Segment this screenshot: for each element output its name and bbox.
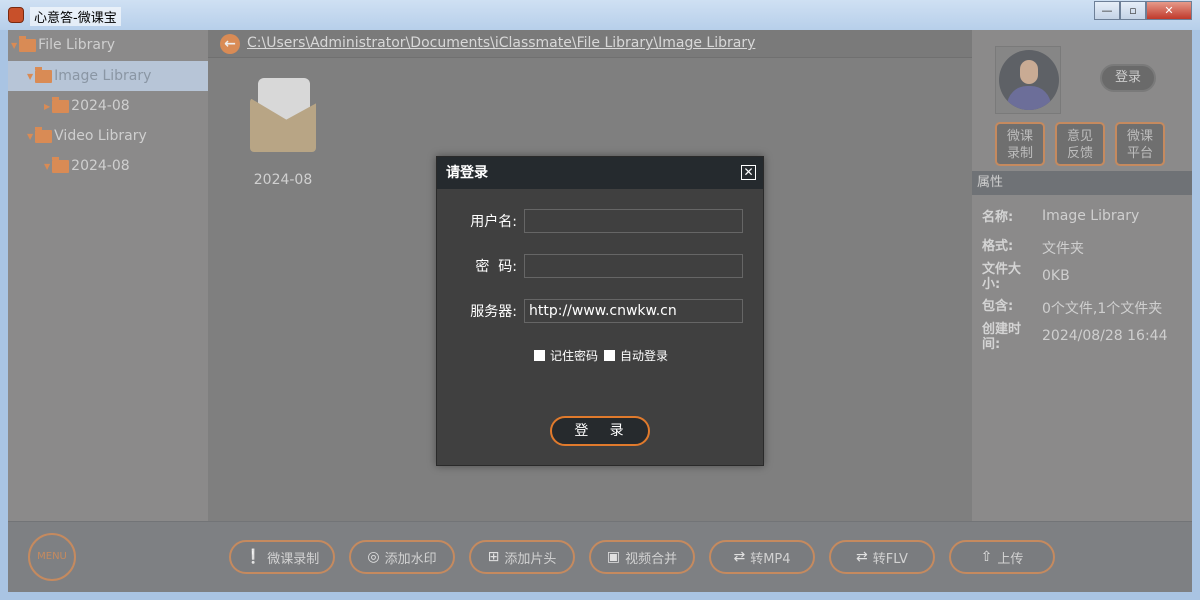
record-button[interactable]: ❕ 微课录制 [229, 540, 335, 574]
right-panel: 登录 微课录制 意见反馈 微课平台 属性 名称: Image Library 格… [972, 30, 1192, 521]
label: 添加水印 [384, 551, 437, 567]
auto-login-checkbox[interactable]: 自动登录 [604, 347, 668, 364]
record-lesson-button[interactable]: 微课 录制 [995, 122, 1045, 166]
bottom-toolbar: MENU ❕ 微课录制 ◎ 添加水印 ⊞ 添加片头 ▣ 视频合并 ⇄ 转MP4 ⇄ 转FLV… [8, 521, 1192, 592]
label: 记住密码 [550, 349, 599, 363]
tree-item-image-library[interactable]: ▼ Image Library [8, 61, 208, 91]
dialog-login-button[interactable]: 登 录 [550, 416, 650, 446]
dialog-header: 请登录 ✕ [437, 157, 763, 189]
watermark-icon: ◎ [367, 549, 380, 565]
prop-value: 0KB [1042, 268, 1070, 284]
label: 转MP4 [750, 551, 791, 567]
platform-button[interactable]: 微课 平台 [1115, 122, 1165, 166]
add-intro-icon: ⊞ [487, 549, 500, 565]
expand-arrow-icon: ▼ [44, 161, 51, 171]
minimize-button[interactable]: — [1094, 1, 1120, 20]
prop-value: 2024/08/28 16:44 [1042, 328, 1168, 344]
label: 微课 [1006, 129, 1033, 144]
checkbox-icon [604, 350, 615, 361]
prop-label: 创建时间: [982, 322, 1022, 352]
tree-label: 2024-08 [71, 158, 130, 174]
maximize-button[interactable]: ▫ [1120, 1, 1146, 20]
feedback-button[interactable]: 意见 反馈 [1055, 122, 1105, 166]
server-label: 服务器: [470, 304, 517, 320]
current-path-link[interactable]: C:\Users\Administrator\Documents\iClassm… [247, 35, 755, 51]
merge-video-button[interactable]: ▣ 视频合并 [589, 540, 695, 574]
expand-arrow-icon: ▼ [27, 71, 34, 81]
collapse-arrow-icon: ▶ [44, 101, 51, 111]
tree-item-video-library[interactable]: ▼ Video Library [8, 121, 208, 151]
remember-password-checkbox[interactable]: 记住密码 [534, 347, 598, 364]
label: 上传 [997, 551, 1024, 567]
label: 视频合并 [625, 551, 678, 567]
expand-arrow-icon: ▼ [27, 131, 34, 141]
folder-icon [19, 35, 37, 52]
login-dialog: 请登录 ✕ 用户名: 密 码: 服务器: http://www.cnwkw.cn… [436, 156, 764, 466]
upload-button[interactable]: ⇧ 上传 [949, 540, 1055, 574]
avatar [995, 46, 1061, 114]
prop-label: 名称: [982, 210, 1014, 225]
dialog-close-icon[interactable]: ✕ [741, 165, 756, 180]
label: 微课 [1126, 129, 1153, 144]
server-input[interactable]: http://www.cnwkw.cn [524, 299, 743, 323]
label: 添加片头 [504, 551, 557, 567]
close-button[interactable]: ✕ [1146, 1, 1192, 20]
prop-label: 文件大小: [982, 262, 1022, 292]
convert-flv-icon: ⇄ [856, 549, 868, 565]
folder-tree: ▼ File Library ▼ Image Library ▶ 2024-08 ▼ V… [8, 30, 208, 521]
title-bar: 心意答-微课宝 — ▫ ✕ [0, 0, 1200, 30]
prop-label: 格式: [982, 239, 1014, 254]
add-intro-button[interactable]: ⊞ 添加片头 [469, 540, 575, 574]
merge-icon: ▣ [606, 549, 621, 565]
convert-mp4-icon: ⇄ [733, 549, 746, 565]
username-input[interactable] [524, 209, 743, 233]
label: 反馈 [1066, 146, 1093, 161]
tree-item-video-2024-08[interactable]: ▼ 2024-08 [8, 151, 208, 181]
folder-icon [52, 156, 70, 173]
username-label: 用户名: [470, 214, 517, 230]
path-bar: ← C:\Users\Administrator\Documents\iClas… [208, 30, 972, 58]
folder-icon [35, 126, 53, 143]
file-name: 2024-08 [253, 172, 313, 188]
label: 微课录制 [267, 551, 320, 567]
checkbox-icon [534, 350, 545, 361]
folder-icon [35, 66, 53, 83]
password-input[interactable] [524, 254, 743, 278]
convert-flv-button[interactable]: ⇄ 转FLV [829, 540, 935, 574]
login-button[interactable]: 登录 [1100, 64, 1156, 92]
dialog-title: 请登录 [446, 165, 488, 181]
add-watermark-button[interactable]: ◎ 添加水印 [349, 540, 455, 574]
upload-icon: ⇧ [980, 549, 993, 565]
prop-label: 包含: [982, 299, 1014, 314]
folder-icon [52, 96, 70, 113]
tree-label: 2024-08 [71, 98, 130, 114]
label: 平台 [1126, 146, 1153, 161]
window-title: 心意答-微课宝 [30, 7, 121, 26]
tree-label: File Library [38, 37, 115, 53]
app-logo-icon [8, 7, 24, 23]
tree-label: Image Library [54, 68, 152, 84]
prop-value: 0个文件,1个文件夹 [1042, 301, 1163, 317]
prop-value: Image Library [1042, 208, 1140, 224]
label: 录制 [1006, 146, 1033, 161]
menu-button[interactable]: MENU [28, 533, 76, 581]
password-label: 密 码: [475, 259, 517, 275]
prop-value: 文件夹 [1042, 241, 1084, 257]
properties-header: 属性 [972, 171, 1192, 195]
convert-mp4-button[interactable]: ⇄ 转MP4 [709, 540, 815, 574]
label: 自动登录 [620, 349, 669, 363]
folder-document-icon [250, 78, 316, 152]
back-arrow-icon[interactable]: ← [220, 34, 240, 54]
tree-item-file-library[interactable]: ▼ File Library [8, 30, 208, 60]
tree-item-image-2024-08[interactable]: ▶ 2024-08 [8, 91, 208, 121]
tree-label: Video Library [54, 128, 147, 144]
label: 转FLV [872, 551, 908, 567]
file-item-folder[interactable]: 2024-08 [248, 78, 318, 188]
label: 意见 [1066, 129, 1093, 144]
expand-arrow-icon: ▼ [11, 40, 18, 50]
record-icon: ❕ [244, 549, 263, 565]
